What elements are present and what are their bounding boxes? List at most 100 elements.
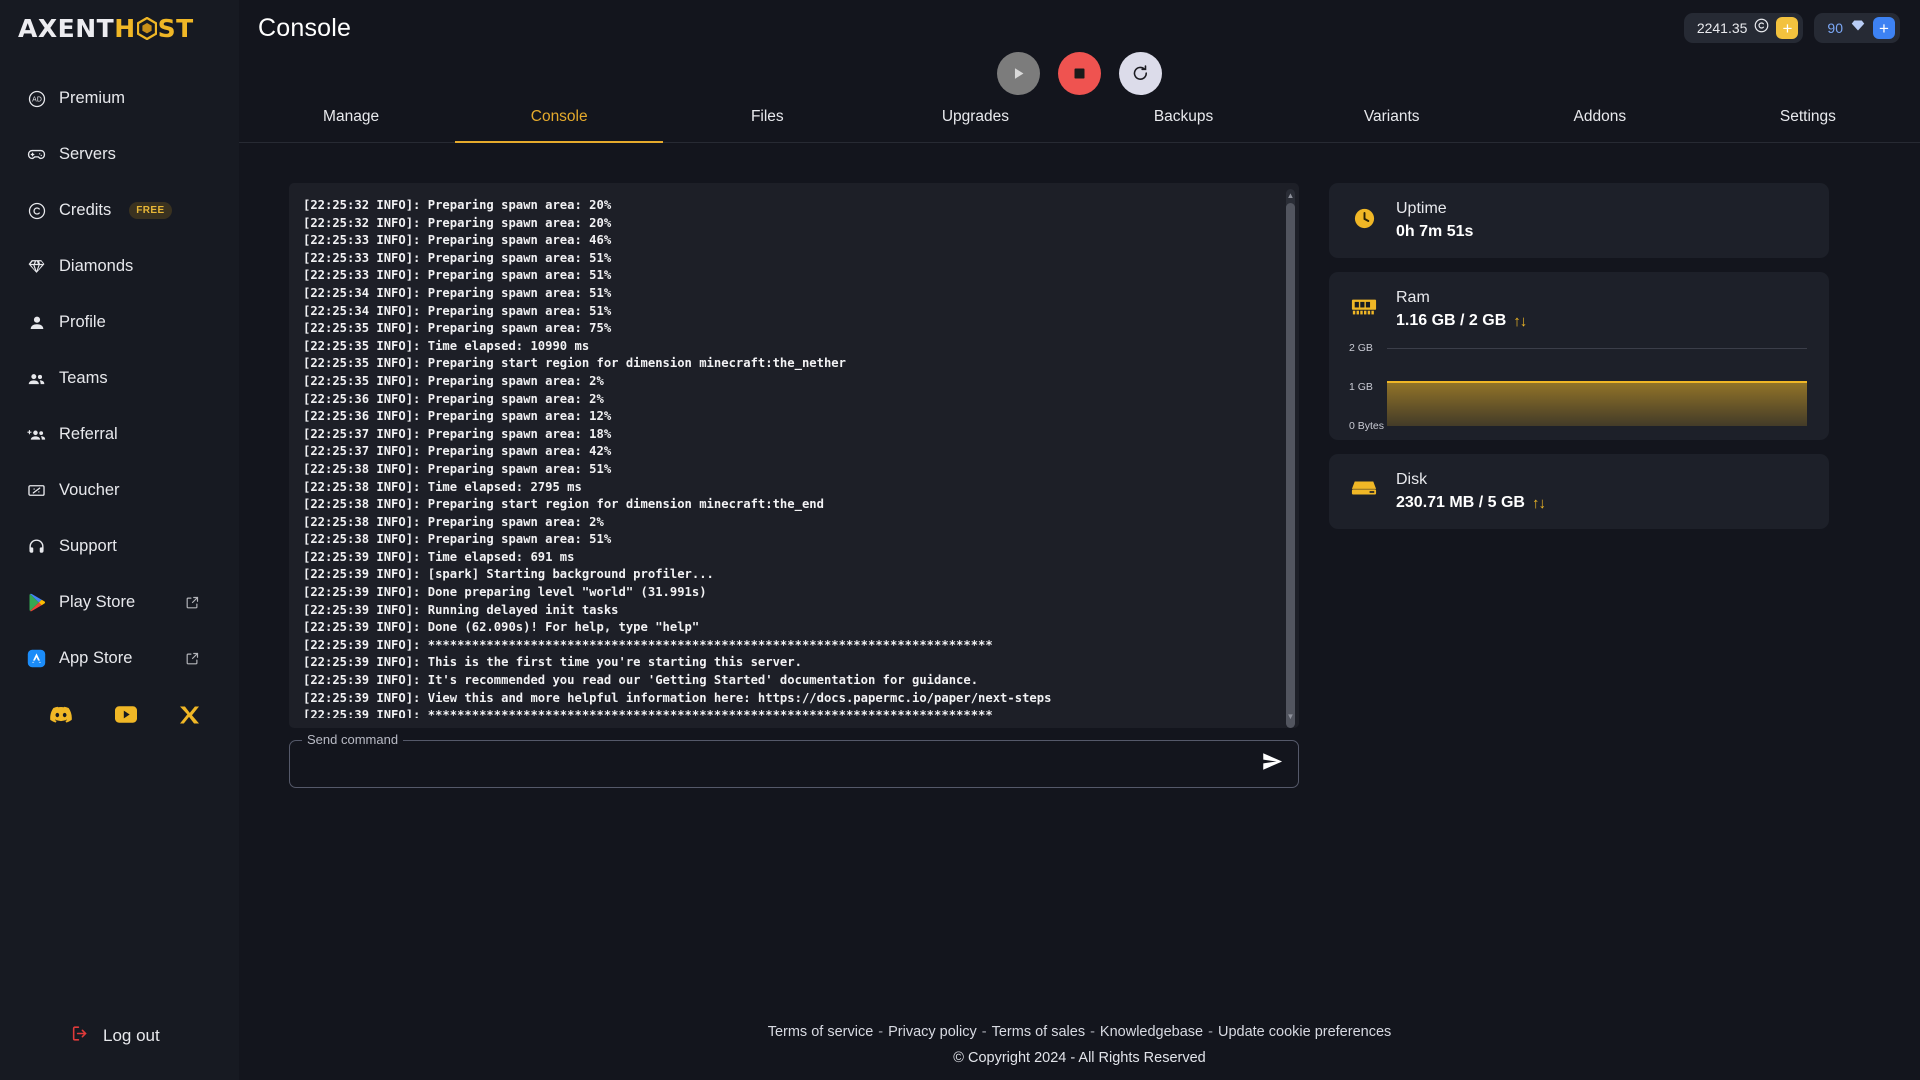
ram-value-row: 1.16 GB / 2 GB ↑↓: [1396, 312, 1809, 330]
console-column: [22:25:32 INFO]: Preparing spawn area: 2…: [289, 183, 1299, 788]
ram-stick-icon: [1349, 289, 1379, 330]
footer-link[interactable]: Knowledgebase: [1100, 1024, 1203, 1040]
stats-column: Uptime 0h 7m 51s Ram 1.16 GB / 2 GB ↑↓ 2…: [1329, 183, 1829, 788]
youtube-icon[interactable]: [115, 706, 137, 729]
uptime-body: Uptime 0h 7m 51s: [1396, 200, 1809, 241]
stop-button[interactable]: [1058, 52, 1101, 95]
sidebar-item-play-store[interactable]: Play Store: [0, 586, 239, 619]
sidebar-nav: AD Premium Servers Credits FREE Diamonds…: [0, 82, 239, 729]
add-credits-button[interactable]: +: [1776, 17, 1799, 39]
footer-link[interactable]: Privacy policy: [888, 1024, 977, 1040]
sidebar-item-label: Credits: [59, 201, 112, 219]
ram-area-series: [1387, 380, 1807, 426]
footer-separator: -: [1208, 1024, 1213, 1040]
ticket-percent-icon: [27, 481, 46, 500]
hexagon-box-icon: [136, 16, 157, 40]
sidebar-item-credits[interactable]: Credits FREE: [0, 194, 239, 227]
credits-amount: 2241.35: [1696, 20, 1748, 36]
sidebar-item-label: Servers: [59, 145, 116, 163]
console-output: [22:25:32 INFO]: Preparing spawn area: 2…: [289, 183, 1299, 728]
footer: Terms of service - Privacy policy - Terms of…: [239, 1024, 1920, 1066]
restart-button[interactable]: [1119, 52, 1162, 95]
gamepad-icon: [27, 145, 46, 164]
brand-name-gold: H: [114, 13, 136, 43]
sidebar-item-profile[interactable]: Profile: [0, 306, 239, 339]
external-link-icon: [185, 651, 200, 666]
tab-addons[interactable]: Addons: [1496, 94, 1704, 142]
brand-logo[interactable]: AXENT H ST: [0, 0, 239, 56]
diamonds-amount: 90: [1827, 20, 1843, 36]
sidebar-item-support[interactable]: Support: [0, 530, 239, 563]
external-link-icon: [185, 595, 200, 610]
sidebar: AXENT H ST AD Premium Servers Credits FR…: [0, 0, 239, 1080]
footer-link[interactable]: Terms of sales: [992, 1024, 1085, 1040]
disk-card: Disk 230.71 MB / 5 GB ↑↓: [1329, 454, 1829, 529]
google-play-icon: [27, 593, 46, 612]
power-controls: [239, 52, 1920, 95]
tab-backups[interactable]: Backups: [1080, 94, 1288, 142]
console-scrollbar-thumb[interactable]: [1286, 203, 1295, 728]
credits-balance-pill[interactable]: 2241.35 +: [1683, 13, 1804, 43]
send-command-input[interactable]: [303, 740, 1239, 788]
sidebar-item-label: Voucher: [59, 481, 120, 499]
footer-link[interactable]: Update cookie preferences: [1218, 1024, 1391, 1040]
logout-button[interactable]: Log out: [0, 1024, 160, 1048]
sidebar-item-label: Play Store: [59, 593, 136, 611]
tab-console[interactable]: Console: [455, 94, 664, 143]
tab-files[interactable]: Files: [663, 94, 871, 142]
logout-icon: [70, 1024, 90, 1048]
ram-transfer-arrows-icon: ↑↓: [1513, 312, 1527, 330]
uptime-value: 0h 7m 51s: [1396, 223, 1474, 240]
footer-separator: -: [878, 1024, 884, 1040]
person-add-icon: [27, 425, 46, 444]
logout-label: Log out: [103, 1026, 160, 1045]
app-store-icon: [27, 649, 46, 668]
sidebar-item-label: Diamonds: [59, 257, 134, 275]
ram-usage-chart: 2 GB 1 GB 0 Bytes: [1349, 342, 1809, 432]
tab-settings[interactable]: Settings: [1704, 94, 1912, 142]
sidebar-item-app-store[interactable]: App Store: [0, 642, 239, 675]
disk-body: Disk 230.71 MB / 5 GB ↑↓: [1396, 471, 1809, 512]
diamonds-balance-pill[interactable]: 90 +: [1814, 13, 1900, 43]
diamond-icon: [27, 257, 46, 276]
console-content: [22:25:32 INFO]: Preparing spawn area: 2…: [239, 143, 1920, 788]
footer-links: Terms of service - Privacy policy - Terms of…: [239, 1024, 1920, 1040]
sidebar-item-referral[interactable]: Referral: [0, 418, 239, 451]
ram-value: 1.16 GB / 2 GB: [1396, 312, 1507, 329]
page-title: Console: [258, 13, 352, 42]
ram-axis-mid: 1 GB: [1349, 381, 1373, 393]
tab-manage[interactable]: Manage: [247, 94, 455, 142]
footer-separator: -: [981, 1024, 987, 1040]
scroll-up-icon[interactable]: ▲: [1286, 189, 1295, 201]
ad-circle-icon: AD: [27, 89, 46, 108]
sidebar-item-diamonds[interactable]: Diamonds: [0, 250, 239, 283]
send-icon[interactable]: [1261, 751, 1283, 778]
discord-icon[interactable]: [50, 706, 72, 729]
sidebar-item-premium[interactable]: AD Premium: [0, 82, 239, 115]
footer-link[interactable]: Terms of service: [768, 1024, 874, 1040]
x-twitter-icon[interactable]: [180, 706, 199, 729]
tab-variants[interactable]: Variants: [1288, 94, 1496, 142]
main-area: Console 2241.35 + 90 + Manage Console Fi…: [239, 0, 1920, 1080]
scroll-down-icon[interactable]: ▼: [1286, 710, 1295, 722]
ram-gridline-top: [1387, 348, 1807, 349]
sidebar-item-teams[interactable]: Teams: [0, 362, 239, 395]
sidebar-item-label: Referral: [59, 425, 118, 443]
start-button[interactable]: [997, 52, 1040, 95]
send-command-row: Send command: [289, 732, 1299, 788]
sidebar-socials: [0, 706, 239, 729]
server-tabs: Manage Console Files Upgrades Backups Va…: [239, 94, 1920, 143]
brand-name-gold-tail: ST: [157, 13, 194, 43]
add-diamonds-button[interactable]: +: [1873, 17, 1895, 39]
sidebar-item-servers[interactable]: Servers: [0, 138, 239, 171]
footer-copyright: © Copyright 2024 - All Rights Reserved: [953, 1050, 1206, 1066]
sidebar-item-voucher[interactable]: Voucher: [0, 474, 239, 507]
sidebar-item-label: Premium: [59, 89, 126, 107]
tab-upgrades[interactable]: Upgrades: [871, 94, 1079, 142]
brand-name-white: AXENT: [18, 13, 115, 43]
people-icon: [27, 369, 46, 388]
disk-value: 230.71 MB / 5 GB: [1396, 494, 1525, 511]
headset-icon: [27, 537, 46, 556]
credits-free-badge: FREE: [129, 202, 172, 219]
disk-label: Disk: [1396, 471, 1428, 488]
